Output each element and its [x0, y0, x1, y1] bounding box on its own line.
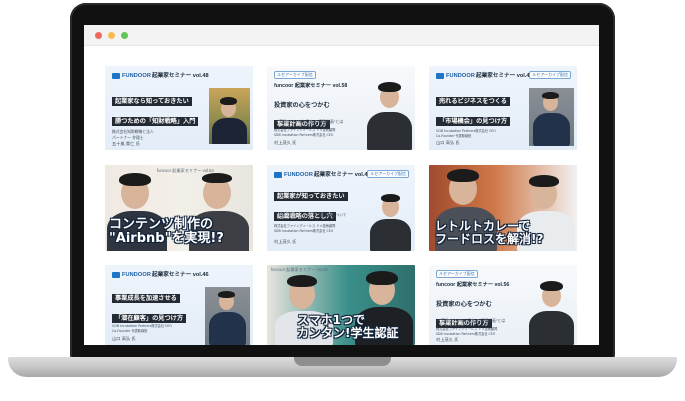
speaker-photo	[367, 189, 413, 251]
card-title: 起業家なら知っておきたい 勝つための「知財戦略」入門	[112, 88, 199, 128]
maximize-icon[interactable]	[121, 32, 128, 39]
card-title: 売れるビジネスをつくる 「市場機会」の見つけ方	[436, 88, 511, 128]
series-label: funcoor 起業家セミナー vol.58	[274, 83, 348, 89]
series-label: funcoor 起業家セミナー vol.56	[436, 282, 510, 288]
title-line: 投資家の心をつかむ	[436, 301, 492, 308]
series-label: 起業家セミナー vol.45	[476, 73, 533, 79]
logo-icon	[112, 272, 120, 278]
card-header: FUNDOOR 起業家セミナー vol.48	[112, 71, 247, 81]
speaker-org: 株式会社ファインディールス ドメ技術顧問 SDB Incubation Part…	[436, 327, 498, 336]
card-subtitle: 〜 新規スタートアップから企業の課題について	[274, 213, 347, 217]
speaker-org: GOB Incubation Partners株式会社 CEO Co-Found…	[436, 129, 496, 138]
title-line: 売れるビジネスをつくる	[436, 97, 510, 107]
speaker-org: 株式会社ファインディールス ドメ技術顧問 SDB Incubation Part…	[274, 128, 336, 137]
seminar-card[interactable]: FUNDOOR 起業家セミナー vol.48 起業家なら知っておきたい 勝つため…	[105, 66, 253, 150]
speaker-name: 山口 高弘 氏	[436, 140, 460, 145]
speaker-org: GOB Incubation Partners株式会社 CEO Co-Found…	[112, 324, 172, 333]
browser-toolbar	[84, 25, 599, 46]
speaker-photo	[527, 273, 575, 345]
series-label: 起業家セミナー vol.44	[314, 172, 371, 178]
title-line: 「市場機会」の見つけ方	[436, 117, 511, 127]
fundoor-logo: FUNDOOR	[112, 271, 151, 279]
browser-window: FUNDOOR 起業家セミナー vol.48 起業家なら知っておきたい 勝つため…	[84, 25, 599, 345]
card-title: 投資家の心をつかむ 事業計画の作り方	[274, 92, 330, 131]
seminar-card[interactable]: FUNDOOR 起業家セミナー vol.45 ルセアーカイブ配信 売れるビジネス…	[429, 66, 577, 150]
speaker-org: 株式会社ファインディールス ドメ技術顧問 SDB Incubation Part…	[274, 224, 336, 233]
card-subtitle: 〜 実践シナリオを伝える"精緻計画"とは	[274, 119, 344, 124]
logo-icon	[436, 73, 444, 79]
card-title: 投資家の心をつかむ 事業計画の作り方	[436, 291, 492, 330]
card-subtitle: 〜 実践シナリオを伝える"精緻計画"とは	[436, 318, 506, 323]
speaker-photo	[205, 287, 250, 345]
archive-badge: ルセアーカイブ配信	[436, 270, 478, 278]
archive-badge: ルセアーカイブ配信	[274, 71, 316, 79]
speaker-name: 村上茂久 氏	[274, 140, 297, 145]
thumbnail-caption: レトルトカレーで フードロスを解消!?	[435, 219, 544, 246]
title-line: 勝つための「知財戦略」入門	[112, 117, 199, 127]
series-label: 起業家セミナー vol.46	[152, 272, 209, 278]
card-title: 起業家が知っておきたい 組織戦略の落とし穴	[274, 183, 348, 223]
title-line: 事業成長を加速させる	[112, 294, 180, 304]
fundoor-logo: FUNDOOR	[112, 72, 151, 80]
video-thumbnail[interactable]: funcoor 起業家セミナー vol.64 コンテンツ制作の "Airbnb"…	[105, 165, 253, 251]
title-line: 「潜在顧客」の見つけ方	[112, 314, 187, 324]
laptop-notch	[294, 357, 391, 366]
card-header: FUNDOOR 起業家セミナー vol.45 ルセアーカイブ配信	[436, 71, 571, 81]
series-label: 起業家セミナー vol.48	[152, 73, 209, 79]
fundoor-logo: FUNDOOR	[274, 171, 313, 179]
card-header: FUNDOOR 起業家セミナー vol.44 ルセアーカイブ配信	[274, 170, 409, 180]
archive-badge: ルセアーカイブ配信	[529, 71, 571, 79]
speaker-photo	[365, 74, 413, 150]
close-icon[interactable]	[95, 32, 102, 39]
speaker-photo	[209, 88, 250, 144]
logo-icon	[112, 73, 120, 79]
logo-icon	[274, 172, 282, 178]
thumbnail-caption: コンテンツ制作の "Airbnb"を実現!?	[109, 217, 224, 246]
title-line: 投資家の心をつかむ	[274, 102, 330, 109]
fundoor-logo: FUNDOOR	[436, 72, 475, 80]
minimize-icon[interactable]	[108, 32, 115, 39]
seminar-card[interactable]: ルセアーカイブ配信 funcoor 起業家セミナー vol.56 投資家の心をつ…	[429, 265, 577, 345]
video-thumbnail[interactable]: funcoor 起業家セミナー vol.60 スマホ1つで カンタン!学生認証	[267, 265, 415, 345]
speaker-org: 株式会社知財戦略と法人 パートナー 弁理士	[112, 129, 154, 140]
seminar-card[interactable]: FUNDOOR 起業家セミナー vol.46 事業成長を加速させる 「潜在顧客」…	[105, 265, 253, 345]
speaker-photo	[529, 88, 574, 146]
speaker-name: 村上茂久 氏	[274, 239, 297, 244]
thumbnail-caption: スマホ1つで カンタン!学生認証	[297, 313, 399, 340]
video-thumbnail[interactable]: レトルトカレーで フードロスを解消!?	[429, 165, 577, 251]
speaker-name: 五十嵐 貴仁 氏	[112, 141, 140, 146]
seminar-card[interactable]: FUNDOOR 起業家セミナー vol.44 ルセアーカイブ配信 起業家が知って…	[267, 165, 415, 251]
seminar-card[interactable]: ルセアーカイブ配信 funcoor 起業家セミナー vol.58 投資家の心をつ…	[267, 66, 415, 150]
card-title: 事業成長を加速させる 「潜在顧客」の見つけ方	[112, 285, 187, 325]
speaker-name: 村上茂久 氏	[436, 337, 459, 342]
speaker-name: 山口 高弘 氏	[112, 336, 136, 341]
title-line: 起業家なら知っておきたい	[112, 97, 192, 107]
archive-badge: ルセアーカイブ配信	[367, 170, 409, 178]
laptop-base	[8, 357, 677, 377]
card-header: FUNDOOR 起業家セミナー vol.46	[112, 270, 247, 280]
title-line: 起業家が知っておきたい	[274, 192, 348, 202]
